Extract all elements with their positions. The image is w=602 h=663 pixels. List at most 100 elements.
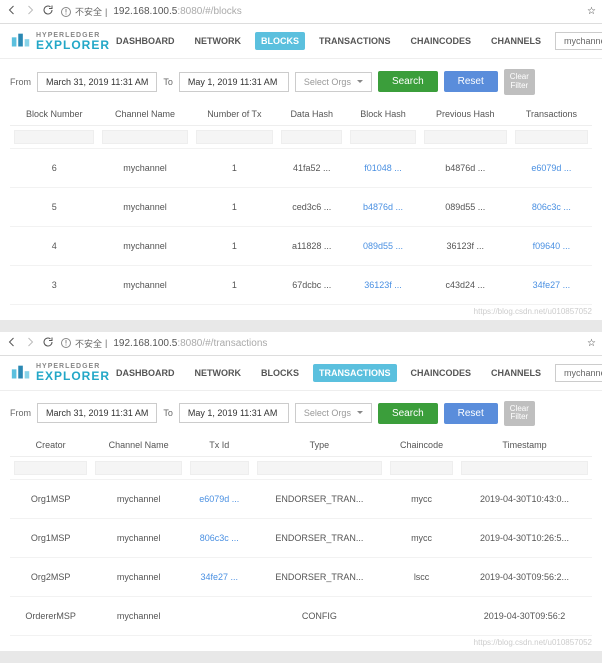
cell-prevhash: 089d55 ...	[420, 187, 511, 226]
filter-input[interactable]	[14, 461, 87, 475]
nav-channels[interactable]: CHANNELS	[485, 364, 547, 382]
cell-trans[interactable]: 34fe27 ...	[511, 265, 592, 304]
cell-trans[interactable]: f09640 ...	[511, 226, 592, 265]
cell-trans[interactable]: 806c3c ...	[511, 187, 592, 226]
channel-select[interactable]: mychannel	[555, 32, 602, 50]
reload-icon[interactable]	[42, 336, 54, 351]
cell-chaincode	[386, 597, 457, 636]
filter-input[interactable]	[350, 130, 415, 144]
from-date-input[interactable]: March 31, 2019 11:31 AM	[37, 72, 157, 92]
nav-channels[interactable]: CHANNELS	[485, 32, 547, 50]
nav-blocks[interactable]: BLOCKS	[255, 32, 305, 50]
nav-network[interactable]: NETWORK	[189, 32, 248, 50]
table-row: Org1MSPmychannele6079d ...ENDORSER_TRAN.…	[10, 480, 592, 519]
table-row: 6mychannel141fa52 ...f01048 ...b4876d ..…	[10, 148, 592, 187]
nav-fwd-icon[interactable]	[24, 4, 36, 19]
cell-numtx: 1	[192, 226, 277, 265]
from-date-input[interactable]: March 31, 2019 11:31 AM	[37, 403, 157, 423]
filter-row	[10, 125, 592, 148]
cell-creator: Org1MSP	[10, 480, 91, 519]
nav-chaincodes[interactable]: CHAINCODES	[405, 364, 478, 382]
bookmark-star-icon[interactable]: ☆	[587, 338, 596, 349]
filter-input[interactable]	[390, 461, 453, 475]
filter-input[interactable]	[196, 130, 273, 144]
logo-bottom: EXPLORER	[36, 39, 110, 51]
filter-bar: From March 31, 2019 11:31 AM To May 1, 2…	[10, 401, 592, 427]
to-date-input[interactable]: May 1, 2019 11:31 AM	[179, 403, 289, 423]
clear-filter-button[interactable]: ClearFilter	[504, 69, 535, 95]
col-txid[interactable]: Tx Id	[186, 434, 253, 457]
search-button[interactable]: Search	[378, 403, 438, 424]
nav-fwd-icon[interactable]	[24, 336, 36, 351]
blocks-content: From March 31, 2019 11:31 AM To May 1, 2…	[0, 59, 602, 305]
cell-creator: Org1MSP	[10, 519, 91, 558]
col-block-number[interactable]: Block Number	[10, 103, 98, 126]
col-trans[interactable]: Transactions	[511, 103, 592, 126]
address-bar: 不安全 | 192.168.100.5:8080/#/blocks ☆	[0, 0, 602, 24]
to-date-input[interactable]: May 1, 2019 11:31 AM	[179, 72, 289, 92]
org-select[interactable]: Select Orgs	[295, 403, 372, 423]
cell-datahash: 67dcbc ...	[277, 265, 346, 304]
cell-chaincode: mycc	[386, 519, 457, 558]
insecure-badge: 不安全 |	[60, 337, 107, 350]
reload-icon[interactable]	[42, 4, 54, 19]
col-numtx[interactable]: Number of Tx	[192, 103, 277, 126]
cell-txid[interactable]: 34fe27 ...	[186, 558, 253, 597]
cell-numtx: 1	[192, 265, 277, 304]
cell-block-number: 4	[10, 226, 98, 265]
org-select[interactable]: Select Orgs	[295, 72, 372, 92]
reset-button[interactable]: Reset	[444, 71, 498, 92]
cell-trans[interactable]: e6079d ...	[511, 148, 592, 187]
col-channel[interactable]: Channel Name	[98, 103, 191, 126]
cell-blockhash[interactable]: f01048 ...	[346, 148, 419, 187]
cell-channel: mychannel	[98, 148, 191, 187]
filter-input[interactable]	[95, 461, 182, 475]
col-chaincode[interactable]: Chaincode	[386, 434, 457, 457]
reset-button[interactable]: Reset	[444, 403, 498, 424]
filter-input[interactable]	[190, 461, 249, 475]
filter-input[interactable]	[281, 130, 342, 144]
search-button[interactable]: Search	[378, 71, 438, 92]
col-datahash[interactable]: Data Hash	[277, 103, 346, 126]
col-timestamp[interactable]: Timestamp	[457, 434, 592, 457]
nav-dashboard[interactable]: DASHBOARD	[110, 32, 181, 50]
filter-input[interactable]	[515, 130, 588, 144]
nav-dashboard[interactable]: DASHBOARD	[110, 364, 181, 382]
cell-blockhash[interactable]: 089d55 ...	[346, 226, 419, 265]
clear-filter-button[interactable]: ClearFilter	[504, 401, 535, 427]
cell-creator: OrdererMSP	[10, 597, 91, 636]
nav-back-icon[interactable]	[6, 336, 18, 351]
col-prevhash[interactable]: Previous Hash	[420, 103, 511, 126]
cell-txid[interactable]	[186, 597, 253, 636]
filter-input[interactable]	[14, 130, 94, 144]
bookmark-star-icon[interactable]: ☆	[587, 6, 596, 17]
cell-blockhash[interactable]: 36123f ...	[346, 265, 419, 304]
table-row: 5mychannel1ced3c6 ...b4876d ...089d55 ..…	[10, 187, 592, 226]
cell-numtx: 1	[192, 187, 277, 226]
filter-input[interactable]	[461, 461, 588, 475]
filter-input[interactable]	[257, 461, 382, 475]
cell-blockhash[interactable]: b4876d ...	[346, 187, 419, 226]
nav-network[interactable]: NETWORK	[189, 364, 248, 382]
cell-creator: Org2MSP	[10, 558, 91, 597]
cell-txid[interactable]: 806c3c ...	[186, 519, 253, 558]
filter-input[interactable]	[424, 130, 507, 144]
cell-datahash: a11828 ...	[277, 226, 346, 265]
nav-blocks[interactable]: BLOCKS	[255, 364, 305, 382]
col-type[interactable]: Type	[253, 434, 386, 457]
cell-chaincode: lscc	[386, 558, 457, 597]
cell-txid[interactable]: e6079d ...	[186, 480, 253, 519]
main-nav: DASHBOARD NETWORK BLOCKS TRANSACTIONS CH…	[110, 32, 602, 50]
col-blockhash[interactable]: Block Hash	[346, 103, 419, 126]
col-creator[interactable]: Creator	[10, 434, 91, 457]
nav-chaincodes[interactable]: CHAINCODES	[405, 32, 478, 50]
col-channel[interactable]: Channel Name	[91, 434, 186, 457]
nav-transactions[interactable]: TRANSACTIONS	[313, 32, 397, 50]
nav-back-icon[interactable]	[6, 4, 18, 19]
channel-select[interactable]: mychannel	[555, 364, 602, 382]
nav-transactions[interactable]: TRANSACTIONS	[313, 364, 397, 382]
address-bar: 不安全 | 192.168.100.5:8080/#/transactions …	[0, 332, 602, 356]
filter-bar: From March 31, 2019 11:31 AM To May 1, 2…	[10, 69, 592, 95]
cell-prevhash: b4876d ...	[420, 148, 511, 187]
filter-input[interactable]	[102, 130, 187, 144]
